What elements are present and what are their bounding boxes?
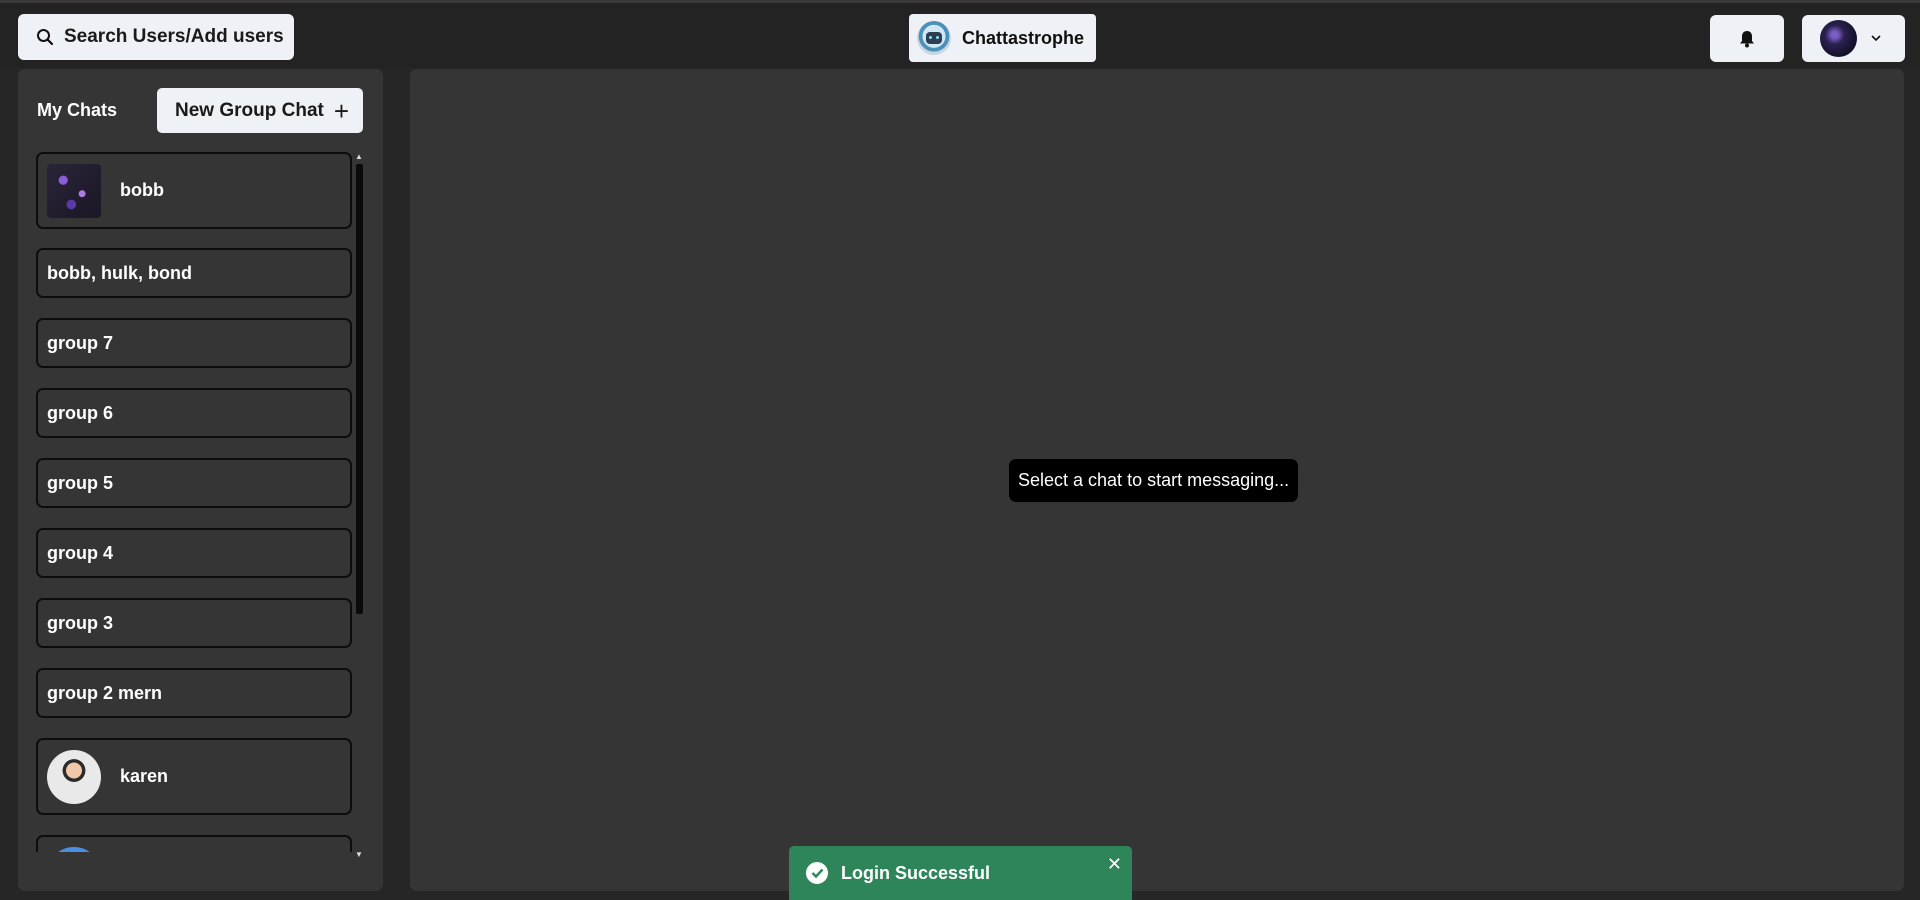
close-icon[interactable]: ✕ [1107, 854, 1122, 875]
chat-item[interactable]: group 5 [36, 458, 352, 508]
my-chats-title: My Chats [37, 100, 118, 120]
avatar [47, 163, 101, 218]
chat-name: group 6 [47, 402, 113, 423]
new-group-chat-label: New Group Chat [175, 99, 324, 121]
chat-name: karen [120, 766, 169, 786]
chat-item[interactable]: karen [36, 738, 352, 815]
profile-menu-button[interactable] [1802, 15, 1905, 62]
chevron-down-icon [1871, 35, 1881, 42]
chat-item[interactable]: group 3 [36, 598, 352, 648]
check-circle-icon [806, 862, 828, 884]
search-users-label: Search Users/Add users [64, 26, 284, 47]
chat-item[interactable] [36, 835, 352, 852]
chat-list-scrollbar[interactable]: ▲ ▼ [355, 153, 363, 859]
chat-item[interactable]: group 4 [36, 528, 352, 578]
search-icon [37, 29, 54, 46]
scroll-down-arrow-icon[interactable]: ▼ [355, 851, 363, 859]
robot-logo-icon [917, 21, 951, 55]
chat-list[interactable]: bobb bobb, hulk, bond group 7 group 6 gr… [36, 152, 354, 852]
chat-item[interactable]: bobb [36, 152, 352, 229]
my-chats-panel: My Chats New Group Chat + bobb bobb, hul… [18, 69, 383, 891]
chat-name: bobb [120, 180, 164, 200]
chat-name: group 5 [47, 472, 113, 493]
chat-item[interactable]: group 7 [36, 318, 352, 368]
top-bar: Search Users/Add users Chattastrophe [0, 0, 1920, 68]
notifications-button[interactable] [1710, 15, 1784, 62]
chat-name: group 4 [47, 542, 113, 563]
chat-panel: Select a chat to start messaging... [410, 69, 1904, 891]
chat-item[interactable]: group 6 [36, 388, 352, 438]
brand-name: Chattastrophe [962, 27, 1085, 48]
chat-item[interactable]: bobb, hulk, bond [36, 248, 352, 298]
select-chat-placeholder: Select a chat to start messaging... [1009, 459, 1299, 502]
login-toast: Login Successful ✕ [789, 846, 1132, 900]
brand: Chattastrophe [909, 14, 1096, 62]
avatar [47, 749, 101, 804]
bell-icon [1740, 30, 1754, 47]
scrollbar-thumb[interactable] [356, 164, 363, 614]
chat-name: group 2 mern [47, 682, 163, 703]
chat-name: bobb, hulk, bond [47, 262, 192, 283]
chat-name: group 3 [47, 612, 113, 633]
toast-message: Login Successful [841, 862, 991, 883]
chat-name: group 7 [47, 332, 113, 353]
scroll-up-arrow-icon[interactable]: ▲ [355, 153, 363, 161]
search-users-button[interactable]: Search Users/Add users [18, 14, 294, 60]
avatar [1820, 20, 1857, 57]
new-group-chat-button[interactable]: New Group Chat + [157, 88, 363, 133]
avatar [47, 846, 101, 852]
chat-item[interactable]: group 2 mern [36, 668, 352, 718]
plus-icon: + [333, 95, 350, 126]
